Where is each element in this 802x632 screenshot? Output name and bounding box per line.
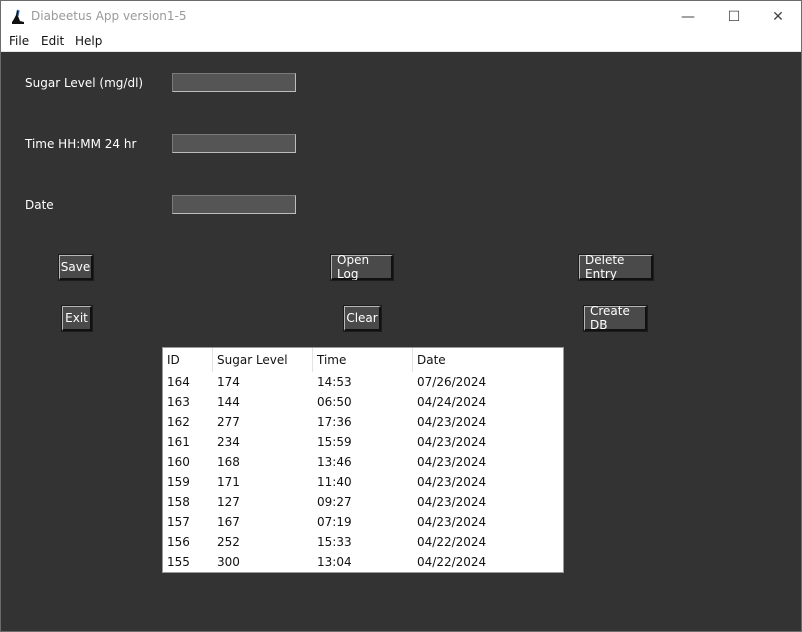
cell-date: 04/24/2024 xyxy=(417,395,487,409)
menu-edit[interactable]: Edit xyxy=(41,34,64,48)
cell-id: 161 xyxy=(167,435,190,449)
log-table[interactable]: ID Sugar Level Time Date 164 174 14:53 07/2… xyxy=(162,347,564,573)
cell-id: 164 xyxy=(167,375,190,389)
column-header-date[interactable]: Date xyxy=(413,348,563,372)
sugar-level-label: Sugar Level (mg/dl) xyxy=(25,76,144,90)
cell-time: 14:53 xyxy=(317,375,352,389)
cell-date: 04/23/2024 xyxy=(417,515,487,529)
cell-date: 04/23/2024 xyxy=(417,475,487,489)
menu-file[interactable]: File xyxy=(9,34,29,48)
cell-date: 04/22/2024 xyxy=(417,535,487,549)
column-header-id[interactable]: ID xyxy=(163,348,213,372)
maximize-button[interactable]: ☐ xyxy=(711,1,757,32)
cell-date: 04/23/2024 xyxy=(417,455,487,469)
cell-time: 06:50 xyxy=(317,395,352,409)
cell-id: 159 xyxy=(167,475,190,489)
cell-sugar-level: 277 xyxy=(217,415,240,429)
minimize-button[interactable]: — xyxy=(665,1,711,32)
cell-id: 163 xyxy=(167,395,190,409)
column-header-sugar-level[interactable]: Sugar Level xyxy=(213,348,313,372)
feather-icon xyxy=(12,9,24,24)
cell-sugar-level: 171 xyxy=(217,475,240,489)
sugar-level-input[interactable] xyxy=(172,73,296,92)
table-row[interactable]: 164 174 14:53 07/26/2024 xyxy=(163,372,563,392)
cell-time: 09:27 xyxy=(317,495,352,509)
delete-entry-button[interactable]: Delete Entry xyxy=(578,253,654,281)
open-log-button[interactable]: Open Log xyxy=(330,253,394,281)
cell-time: 07:19 xyxy=(317,515,352,529)
cell-id: 157 xyxy=(167,515,190,529)
menu-bar: File Edit Help xyxy=(1,32,801,52)
cell-date: 04/23/2024 xyxy=(417,415,487,429)
create-db-button[interactable]: Create DB xyxy=(583,304,648,332)
table-header: ID Sugar Level Time Date xyxy=(163,348,563,372)
table-row[interactable]: 163 144 06:50 04/24/2024 xyxy=(163,392,563,412)
app-window: Diabeetus App version1-5 — ☐ ✕ File Edit… xyxy=(0,0,802,632)
title-bar[interactable]: Diabeetus App version1-5 — ☐ ✕ xyxy=(1,1,801,32)
table-row[interactable]: 155 300 13:04 04/22/2024 xyxy=(163,552,563,572)
cell-date: 07/26/2024 xyxy=(417,375,487,389)
cell-time: 17:36 xyxy=(317,415,352,429)
date-input[interactable] xyxy=(172,195,296,214)
table-row[interactable]: 160 168 13:46 04/23/2024 xyxy=(163,452,563,472)
minimize-icon: — xyxy=(681,8,695,25)
cell-sugar-level: 300 xyxy=(217,555,240,569)
table-row[interactable]: 156 252 15:33 04/22/2024 xyxy=(163,532,563,552)
cell-sugar-level: 144 xyxy=(217,395,240,409)
table-row[interactable]: 158 127 09:27 04/23/2024 xyxy=(163,492,563,512)
cell-id: 155 xyxy=(167,555,190,569)
cell-id: 156 xyxy=(167,535,190,549)
cell-sugar-level: 252 xyxy=(217,535,240,549)
menu-help[interactable]: Help xyxy=(75,34,102,48)
maximize-icon: ☐ xyxy=(727,8,741,25)
cell-sugar-level: 127 xyxy=(217,495,240,509)
cell-id: 162 xyxy=(167,415,190,429)
table-row[interactable]: 161 234 15:59 04/23/2024 xyxy=(163,432,563,452)
cell-sugar-level: 234 xyxy=(217,435,240,449)
cell-sugar-level: 174 xyxy=(217,375,240,389)
cell-date: 04/23/2024 xyxy=(417,435,487,449)
cell-sugar-level: 167 xyxy=(217,515,240,529)
table-row[interactable]: 159 171 11:40 04/23/2024 xyxy=(163,472,563,492)
column-header-time[interactable]: Time xyxy=(313,348,413,372)
window-title: Diabeetus App version1-5 xyxy=(31,9,187,23)
cell-time: 15:33 xyxy=(317,535,352,549)
cell-date: 04/23/2024 xyxy=(417,495,487,509)
cell-time: 13:04 xyxy=(317,555,352,569)
time-input[interactable] xyxy=(172,134,296,153)
cell-id: 158 xyxy=(167,495,190,509)
close-icon: ✕ xyxy=(772,8,784,25)
cell-time: 15:59 xyxy=(317,435,352,449)
save-button[interactable]: Save xyxy=(58,254,94,281)
table-row[interactable]: 162 277 17:36 04/23/2024 xyxy=(163,412,563,432)
table-row[interactable]: 157 167 07:19 04/23/2024 xyxy=(163,512,563,532)
clear-button[interactable]: Clear xyxy=(343,305,382,332)
cell-time: 11:40 xyxy=(317,475,352,489)
exit-button[interactable]: Exit xyxy=(61,305,93,332)
cell-time: 13:46 xyxy=(317,455,352,469)
cell-id: 160 xyxy=(167,455,190,469)
time-label: Time HH:MM 24 hr xyxy=(25,137,137,151)
close-button[interactable]: ✕ xyxy=(755,1,801,32)
cell-date: 04/22/2024 xyxy=(417,555,487,569)
date-label: Date xyxy=(25,198,54,212)
cell-sugar-level: 168 xyxy=(217,455,240,469)
